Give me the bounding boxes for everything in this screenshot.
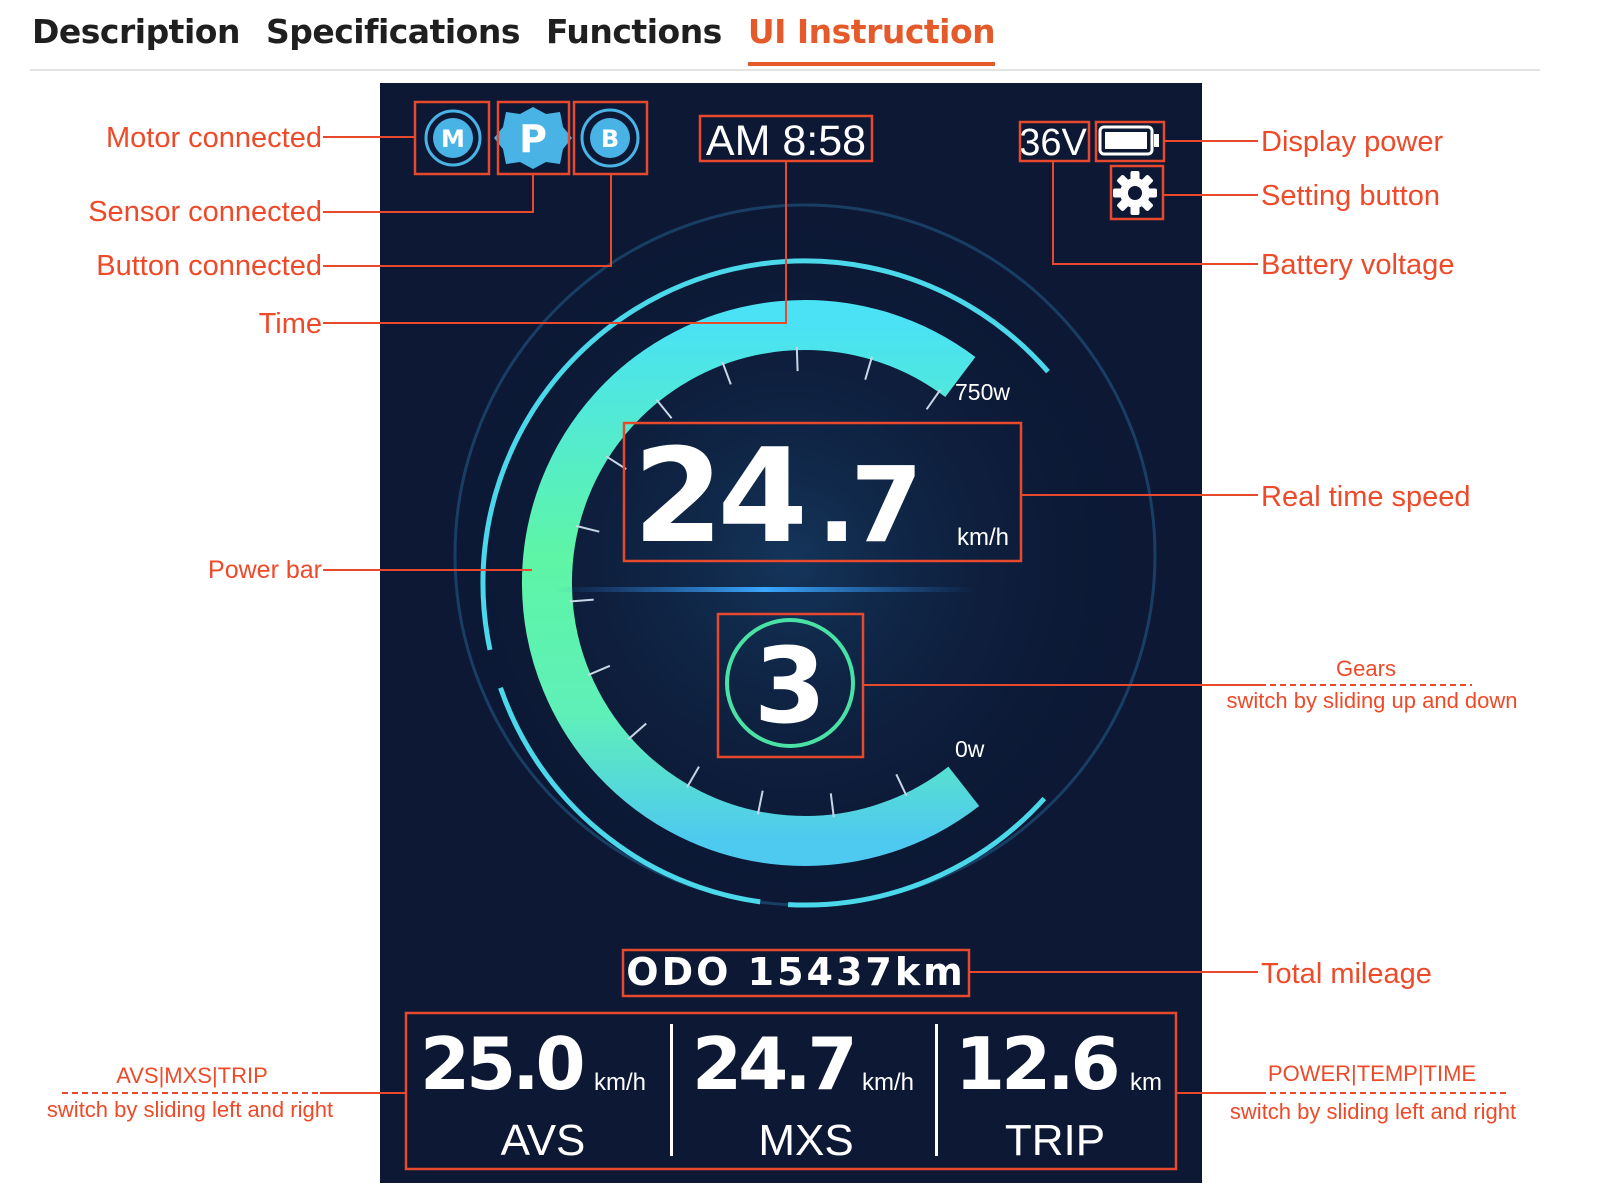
sensor-icon: P bbox=[494, 107, 572, 169]
label-gears: Gears bbox=[1336, 656, 1396, 681]
odometer: ODO 15437km bbox=[626, 950, 965, 994]
svg-text:AVS: AVS bbox=[501, 1116, 586, 1165]
label-right-stats-title: POWER|TEMP|TIME bbox=[1268, 1061, 1476, 1086]
speed-gear-divider bbox=[555, 587, 975, 592]
svg-text:km/h: km/h bbox=[862, 1069, 914, 1096]
gauge-tick bbox=[795, 347, 799, 372]
svg-text:km/h: km/h bbox=[594, 1069, 646, 1096]
label-left-stats-title: AVS|MXS|TRIP bbox=[116, 1063, 268, 1088]
svg-text:25.0: 25.0 bbox=[420, 1022, 583, 1106]
stat-divider bbox=[670, 1024, 673, 1156]
label-power-bar: Power bar bbox=[208, 556, 322, 584]
svg-text:P: P bbox=[519, 117, 547, 161]
stat-divider bbox=[935, 1024, 938, 1156]
label-time: Time bbox=[259, 308, 322, 340]
ui-instruction-figure: 750w 0w M P B AM 8:58 36V 24 .7 km/h 3 O… bbox=[47, 83, 1518, 1183]
label-real-time-speed: Real time speed bbox=[1261, 481, 1471, 513]
svg-text:km: km bbox=[1130, 1069, 1162, 1096]
svg-text:B: B bbox=[601, 125, 619, 153]
gear-level[interactable]: 3 bbox=[754, 625, 826, 747]
speed-unit: km/h bbox=[957, 524, 1009, 551]
speed-value-dec: .7 bbox=[817, 444, 917, 566]
time-display: AM 8:58 bbox=[706, 117, 866, 165]
label-button-connected: Button connected bbox=[96, 250, 322, 282]
svg-text:MXS: MXS bbox=[758, 1116, 853, 1165]
svg-text:M: M bbox=[441, 125, 465, 153]
label-total-mileage: Total mileage bbox=[1261, 958, 1432, 990]
motor-icon: M bbox=[424, 109, 482, 167]
label-display-power: Display power bbox=[1261, 126, 1443, 158]
label-sensor-connected: Sensor connected bbox=[88, 196, 322, 228]
power-max-label: 750w bbox=[955, 379, 1010, 405]
speed-value-int: 24 bbox=[633, 420, 802, 572]
svg-text:24.7: 24.7 bbox=[692, 1022, 854, 1106]
label-setting-button: Setting button bbox=[1261, 180, 1440, 212]
label-battery-voltage: Battery voltage bbox=[1261, 249, 1454, 281]
label-right-stats-hint: switch by sliding left and right bbox=[1230, 1099, 1516, 1124]
battery-voltage: 36V bbox=[1019, 122, 1087, 164]
button-icon: B bbox=[580, 108, 640, 168]
label-motor-connected: Motor connected bbox=[106, 122, 322, 154]
gear-icon[interactable] bbox=[1113, 171, 1157, 215]
power-min-label: 0w bbox=[955, 736, 985, 762]
label-left-stats-hint: switch by sliding left and right bbox=[47, 1097, 333, 1122]
svg-text:TRIP: TRIP bbox=[1005, 1116, 1105, 1165]
svg-text:12.6: 12.6 bbox=[955, 1022, 1118, 1106]
label-gears-hint: switch by sliding up and down bbox=[1226, 688, 1517, 713]
